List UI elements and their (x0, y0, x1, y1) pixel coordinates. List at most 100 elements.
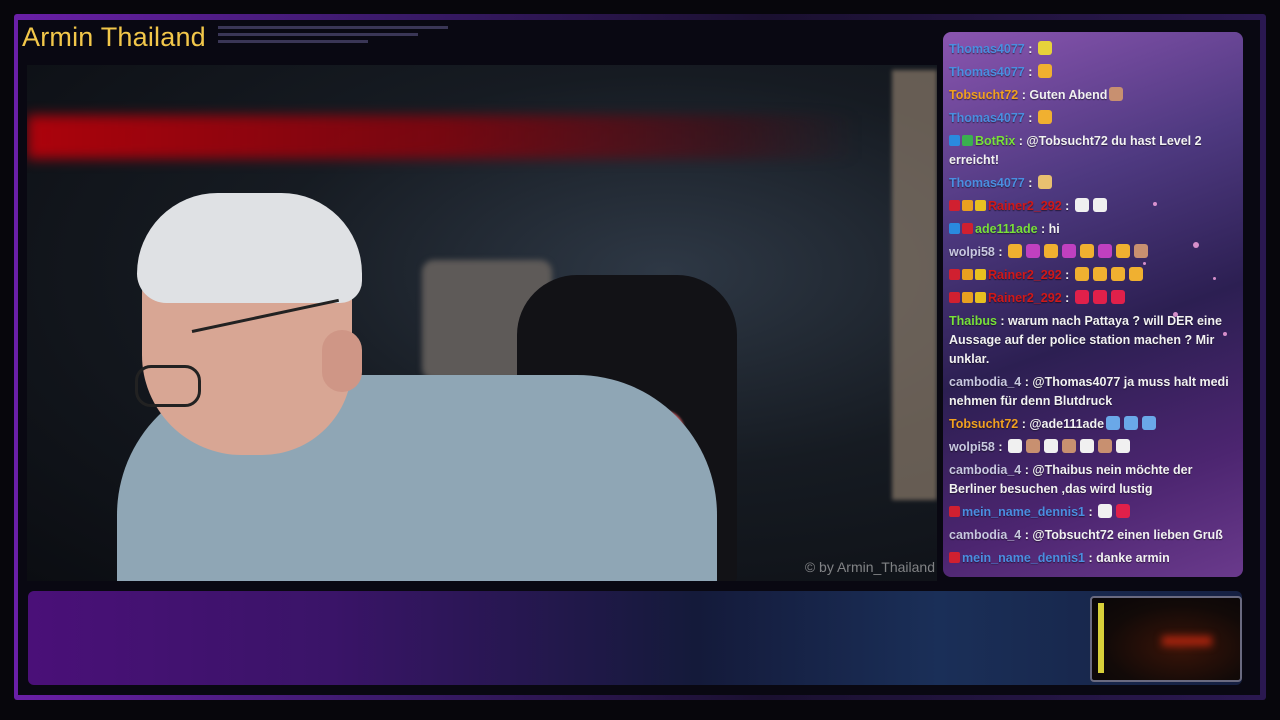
chat-message: Tobsucht72 : Guten Abend (949, 86, 1237, 105)
chat-username[interactable]: BotRix (975, 134, 1015, 148)
chat-username[interactable]: Tobsucht72 (949, 88, 1018, 102)
coin-badge (962, 269, 973, 280)
heart-emote (1116, 504, 1131, 518)
chat-text: @ade111ade (1029, 417, 1105, 431)
chat-message: Thaibus : warum nach Pattaya ? will DER … (949, 312, 1237, 369)
chat-message: mein_name_dennis1 : (949, 503, 1237, 522)
chat-separator: : (1061, 268, 1073, 282)
chat-username[interactable]: cambodia_4 (949, 528, 1021, 542)
chat-username[interactable]: mein_name_dennis1 (962, 505, 1085, 519)
person-emote (1061, 439, 1076, 453)
soccer-emote (1043, 439, 1058, 453)
bars-emote (1037, 110, 1052, 124)
bow-emote (1097, 244, 1112, 258)
chat-username[interactable]: Rainer2_292 (988, 199, 1062, 213)
bow-emote (1025, 244, 1040, 258)
chat-message: Rainer2_292 : (949, 197, 1237, 216)
chat-separator: : (1024, 176, 1036, 190)
chat-username[interactable]: Rainer2_292 (988, 291, 1062, 305)
chat-text: hi (1048, 222, 1060, 236)
soccer-emote (1074, 198, 1089, 212)
flag-badge (949, 552, 960, 563)
coin-badge (962, 292, 973, 303)
soccer-emote (1079, 439, 1094, 453)
chat-username[interactable]: Thaibus (949, 314, 997, 328)
heart-emote (1092, 290, 1107, 304)
bars-emote (1007, 244, 1022, 258)
chat-separator: : (1024, 65, 1036, 79)
chat-message: mein_name_dennis1 : danke armin (949, 549, 1237, 568)
chat-username[interactable]: Tobsucht72 (949, 417, 1018, 431)
chat-separator: : (994, 245, 1006, 259)
bot-badge (949, 135, 960, 146)
chat-username[interactable]: wolpi58 (949, 245, 995, 259)
flag-badge (949, 506, 960, 517)
bars-emote (1128, 267, 1143, 281)
chat-text: Guten Abend (1029, 88, 1108, 102)
wave-emote (1124, 416, 1139, 430)
chat-separator: : (1037, 222, 1049, 236)
title-decoration (218, 26, 448, 47)
chat-separator: : (1024, 42, 1036, 56)
heart-emote (1074, 290, 1089, 304)
flag-badge (949, 292, 960, 303)
bars-emote (1115, 244, 1130, 258)
chat-message: cambodia_4 : @Thomas4077 ja muss halt me… (949, 373, 1237, 411)
coin-badge (962, 200, 973, 211)
chat-username[interactable]: Thomas4077 (949, 65, 1025, 79)
bottom-banner (28, 591, 1242, 685)
bars-emote (1110, 267, 1125, 281)
bars-emote (1079, 244, 1094, 258)
soccer-emote (1098, 504, 1113, 518)
chat-separator: : (1021, 528, 1033, 542)
chat-username[interactable]: Rainer2_292 (988, 268, 1062, 282)
chat-text: @Tobsucht72 einen lieben Gruß (1032, 528, 1223, 542)
chat-message: Thomas4077 : (949, 174, 1237, 193)
bars-emote (1037, 64, 1052, 78)
wave-emote (1142, 416, 1157, 430)
chat-separator: : (1018, 417, 1030, 431)
chat-message: Thomas4077 : (949, 63, 1237, 82)
chat-username[interactable]: Thomas4077 (949, 111, 1025, 125)
chat-message: ade111ade : hi (949, 220, 1237, 239)
chat-panel[interactable]: Thomas4077 : Thomas4077 : Tobsucht72 : G… (943, 32, 1243, 577)
chat-separator: : (1018, 88, 1030, 102)
chat-separator: : (994, 440, 1006, 454)
chat-username[interactable]: mein_name_dennis1 (962, 551, 1085, 565)
person-emote (1133, 244, 1148, 258)
verified-badge (962, 135, 973, 146)
secondary-camera (1090, 596, 1242, 682)
bars-emote (1074, 267, 1089, 281)
chat-message: Tobsucht72 : @ade111ade (949, 415, 1237, 434)
chat-separator: : (1084, 505, 1097, 519)
soccer-emote (1092, 198, 1107, 212)
chat-message: BotRix : @Tobsucht72 du hast Level 2 err… (949, 132, 1237, 170)
soccer-emote (1115, 439, 1130, 453)
chat-separator: : (1061, 291, 1073, 305)
chat-message: wolpi58 : (949, 243, 1237, 262)
chat-username[interactable]: wolpi58 (949, 440, 995, 454)
video-watermark: © by Armin_Thailand (804, 559, 935, 575)
beer-emote (1037, 175, 1052, 189)
chat-separator: : (1015, 134, 1027, 148)
soccer-emote (1007, 439, 1022, 453)
chat-separator: : (1084, 551, 1097, 565)
chat-separator: : (996, 314, 1009, 328)
flag-badge (949, 200, 960, 211)
heart-emote (1110, 290, 1125, 304)
wave-emote (1106, 416, 1121, 430)
chat-username[interactable]: Thomas4077 (949, 176, 1025, 190)
chat-username[interactable]: cambodia_4 (949, 375, 1021, 389)
chat-username[interactable]: cambodia_4 (949, 463, 1021, 477)
bars-emote (1092, 267, 1107, 281)
chat-username[interactable]: Thomas4077 (949, 42, 1025, 56)
chat-separator: : (1021, 463, 1033, 477)
crown-badge (975, 269, 986, 280)
bars-emote (1043, 244, 1058, 258)
chat-message-list: Thomas4077 : Thomas4077 : Tobsucht72 : G… (949, 40, 1237, 572)
bot-badge (949, 223, 960, 234)
webcam-video: © by Armin_Thailand (27, 65, 937, 581)
chat-username[interactable]: ade111ade (975, 222, 1038, 236)
channel-title: Armin Thailand (22, 22, 206, 52)
flag-badge (949, 269, 960, 280)
